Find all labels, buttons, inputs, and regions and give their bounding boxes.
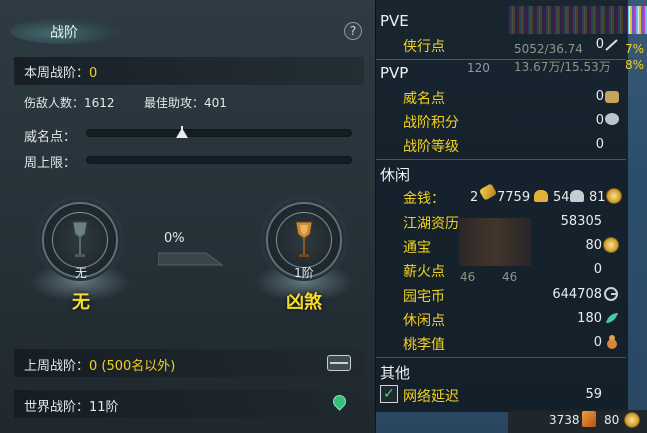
bg-pct-2: 8%: [625, 58, 645, 72]
pvp-rank-level-label: 战阶等级: [403, 139, 459, 155]
bg-stat-2: 13.67万/15.53万: [514, 60, 611, 74]
pve-xiaxing-label: 侠行点: [403, 39, 445, 55]
world-rank-value: 11阶: [89, 400, 119, 415]
yuanzhai-label: 园宅币: [403, 289, 445, 305]
xiuxian-value: 180: [577, 311, 602, 326]
pvp-prestige-label: 威名点: [403, 91, 445, 107]
section-pvp-title: PVP: [380, 64, 409, 82]
pvp-rank-score-value: 0: [595, 113, 604, 128]
world-rank-label: 世界战阶：: [24, 400, 90, 415]
tongbao-value: 80: [585, 238, 602, 253]
best-assist-stat: 最佳助攻：401: [144, 94, 227, 111]
current-rank-name: 无: [72, 292, 90, 313]
gold-silver-value: 54: [553, 190, 570, 205]
best-assist-value: 401: [204, 96, 227, 110]
panel-title: 战阶: [50, 25, 78, 41]
background-portraits: [459, 218, 531, 266]
weekly-rank-value: 0: [89, 66, 98, 81]
section-leisure-title: 休闲: [380, 166, 411, 184]
network-latency-checkbox[interactable]: ✓: [380, 385, 398, 403]
xinhuo-value: 0: [593, 262, 602, 277]
rank-score-icon: [605, 113, 619, 125]
bottom-value-1: 3738: [549, 413, 580, 427]
kills-label: 伤敌人数：: [24, 96, 85, 110]
weekly-rank: 本周战阶：0: [24, 62, 97, 81]
tongbao-coin-icon[interactable]: [624, 412, 640, 428]
kills-value: 1612: [84, 96, 115, 110]
pvp-rank-level-value: 0: [595, 137, 604, 152]
gourd-icon: [607, 335, 617, 349]
taoli-label: 桃李值: [403, 337, 445, 353]
xinhuo-label: 薪火点: [403, 264, 445, 280]
copper-coin-icon: [606, 188, 622, 204]
bg-num-1: 46: [460, 270, 476, 284]
prestige-track: [86, 129, 352, 137]
network-latency-label: 网络延迟: [403, 389, 459, 405]
weekly-cap-label: 周上限：: [24, 156, 77, 171]
gold-icon: [534, 190, 548, 202]
weekly-rank-label: 本周战阶：: [24, 66, 90, 81]
panel-header: 战阶 ?: [0, 12, 376, 48]
progress-arrow-icon: [158, 252, 224, 266]
jianghu-value: 58305: [560, 214, 602, 229]
gold-label: 金钱：: [403, 191, 445, 207]
leaf-icon: [606, 313, 618, 323]
yuanzhai-value: 644708: [552, 287, 602, 302]
bottom-value-2: 80: [604, 413, 620, 427]
xiaxing-icon: [605, 39, 618, 51]
last-week-value: 0 (500名以外): [89, 359, 176, 374]
banner-gold-icon: [295, 221, 313, 257]
separator: [376, 357, 626, 358]
tongbao-label: 通宝: [403, 240, 431, 256]
silver-icon: [570, 190, 584, 202]
jianghu-label: 江湖资历: [403, 216, 459, 232]
gold-ingot-value: 2: [470, 190, 479, 205]
network-latency-value: 59: [585, 387, 602, 402]
rank-panel: 战阶 ? 本周战阶：0 伤敌人数：1612 最佳助攻：401 威名点： 周上限：…: [0, 0, 376, 433]
section-other-title: 其他: [380, 364, 411, 382]
rank-progress-percent: 0%: [164, 231, 185, 246]
gold-copper-value: 81: [589, 190, 606, 205]
banner-icon: [72, 221, 88, 257]
section-pve-title: PVE: [380, 12, 409, 30]
prestige-label: 威名点：: [24, 130, 77, 145]
bg-level: 120: [467, 61, 490, 75]
garden-coin-icon: [604, 287, 618, 301]
best-assist-label: 最佳助攻：: [144, 96, 205, 110]
tongbao-coin-icon: [603, 237, 619, 253]
next-rank-level: 1阶: [294, 266, 314, 280]
next-rank-name: 凶煞: [286, 292, 322, 313]
pve-xiaxing-value: 0: [595, 37, 604, 52]
gold-gold-value: 7759: [497, 190, 531, 205]
reward-chest-icon[interactable]: [327, 355, 351, 371]
prestige-icon: [605, 91, 619, 103]
current-rank-level: 无: [74, 266, 87, 280]
world-rank: 世界战阶：11阶: [24, 396, 119, 415]
pvp-prestige-value: 0: [595, 89, 604, 104]
currency-tooltip: 5052/36.74 13.67万/15.53万 7% 8% 120 46 46…: [376, 0, 647, 433]
separator: [376, 159, 626, 160]
prestige-marker: [176, 128, 188, 138]
flag-icon[interactable]: [582, 411, 596, 427]
weekly-cap-track: [86, 156, 352, 164]
last-week-label: 上周战阶：: [24, 359, 90, 374]
xiuxian-label: 休闲点: [403, 313, 445, 329]
taoli-value: 0: [593, 335, 602, 350]
help-button[interactable]: ?: [344, 22, 362, 40]
pvp-rank-score-label: 战阶积分: [403, 115, 459, 131]
separator: [376, 59, 626, 60]
bg-num-2: 46: [502, 270, 518, 284]
kills-stat: 伤敌人数：1612: [24, 94, 115, 111]
bg-pct-1: 7%: [625, 42, 645, 56]
last-week-rank: 上周战阶：0 (500名以外): [24, 355, 175, 374]
bg-stat-1: 5052/36.74: [514, 42, 583, 56]
